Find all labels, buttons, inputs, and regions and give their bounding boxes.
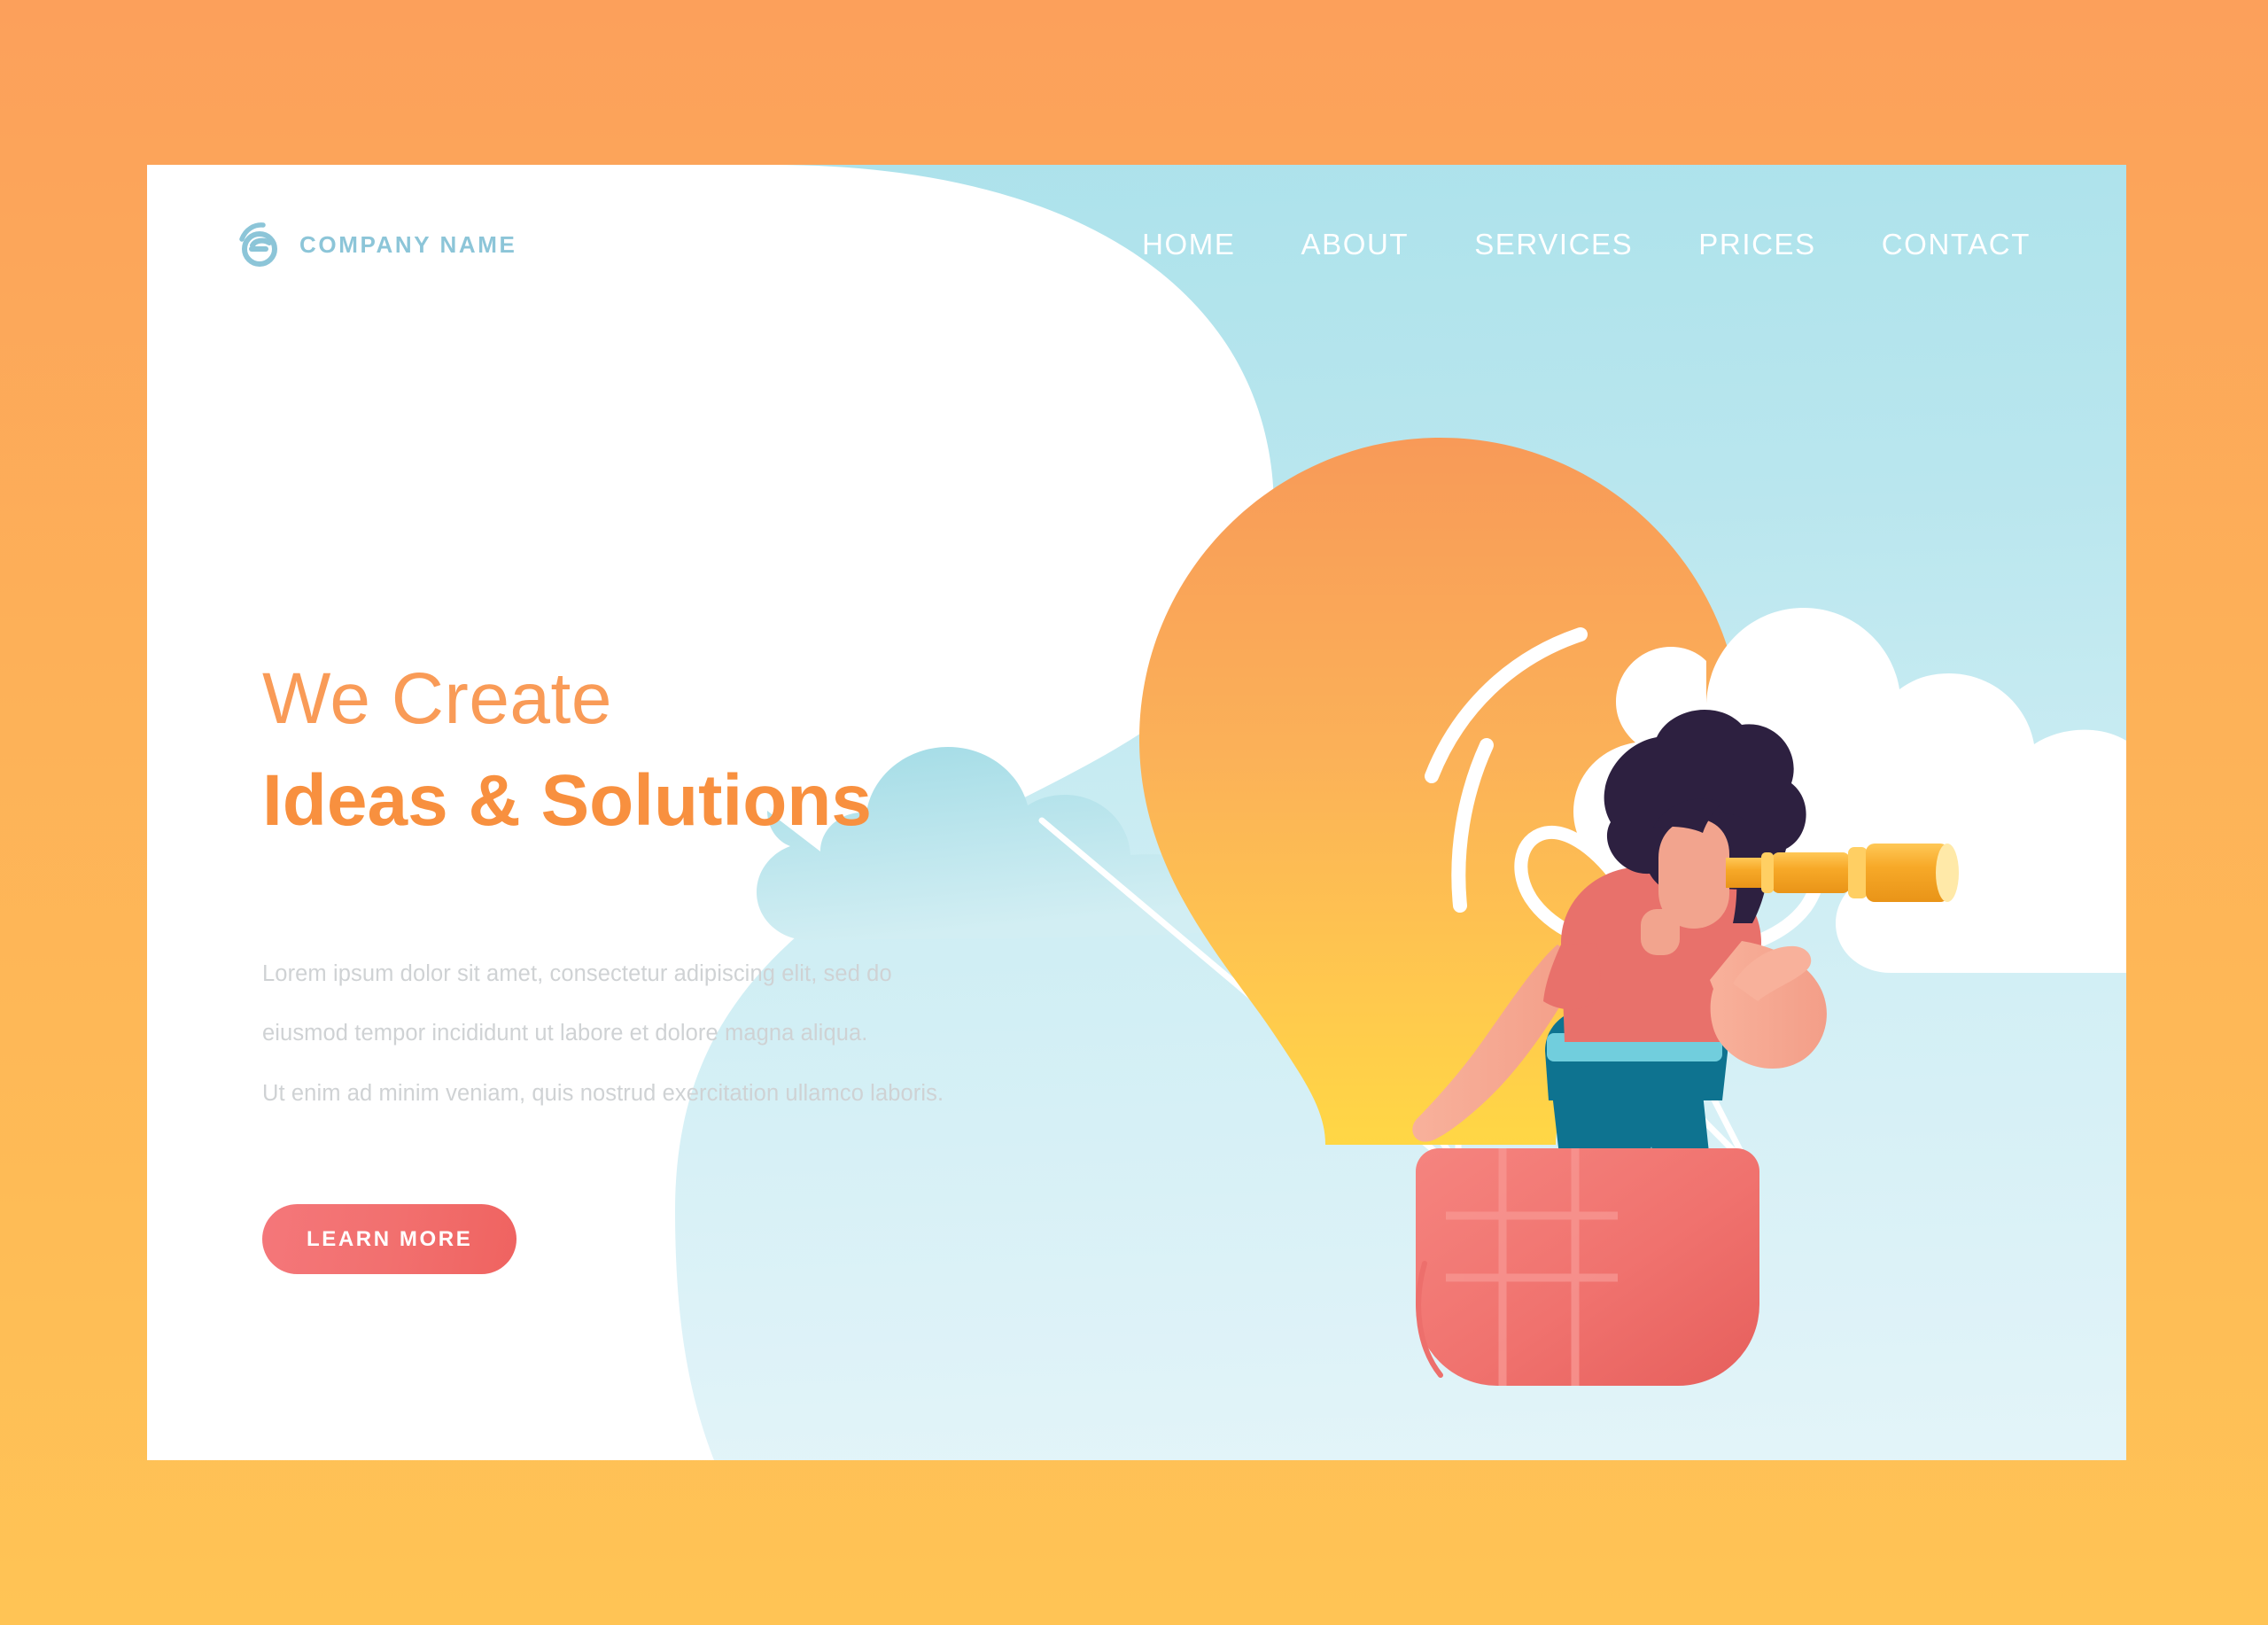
headline-line-1: We Create	[262, 658, 612, 739]
brand-logo[interactable]: COMPANY NAME	[234, 220, 517, 269]
swoosh-circle-e-logo-icon	[239, 222, 277, 267]
headline-line-2: Ideas & Solutions	[262, 759, 872, 841]
hero-paragraph-line-2: eiusmod tempor incididunt ut labore et d…	[262, 1021, 868, 1046]
nav-item-about[interactable]: ABOUT	[1301, 228, 1410, 261]
nav-item-prices[interactable]: PRICES	[1698, 228, 1815, 261]
hero-card: COMPANY NAME HOME ABOUT SERVICES PRICES …	[147, 165, 2126, 1460]
hero-paragraph: Lorem ipsum dolor sit amet, consectetur …	[262, 945, 1060, 1124]
balloon-basket	[1416, 1148, 1759, 1386]
learn-more-button[interactable]: LEARN MORE	[262, 1203, 517, 1274]
nav-item-services[interactable]: SERVICES	[1474, 228, 1633, 261]
main-navigation: HOME ABOUT SERVICES PRICES CONTACT	[1142, 228, 2031, 261]
nav-item-home[interactable]: HOME	[1142, 228, 1235, 261]
hero-paragraph-line-1: Lorem ipsum dolor sit amet, consectetur …	[262, 960, 892, 986]
face	[1658, 819, 1729, 929]
page-root: COMPANY NAME HOME ABOUT SERVICES PRICES …	[0, 0, 2268, 1625]
company-name: COMPANY NAME	[299, 230, 517, 258]
site-header: COMPANY NAME HOME ABOUT SERVICES PRICES …	[147, 165, 2126, 324]
hero-paragraph-line-3: Ut enim ad minim veniam, quis nostrud ex…	[262, 1080, 944, 1106]
hero-content: We Create Ideas & Solutions Lorem ipsum …	[262, 658, 1060, 1274]
telescope-lens	[1936, 844, 1959, 902]
nav-item-contact[interactable]: CONTACT	[1882, 228, 2031, 261]
